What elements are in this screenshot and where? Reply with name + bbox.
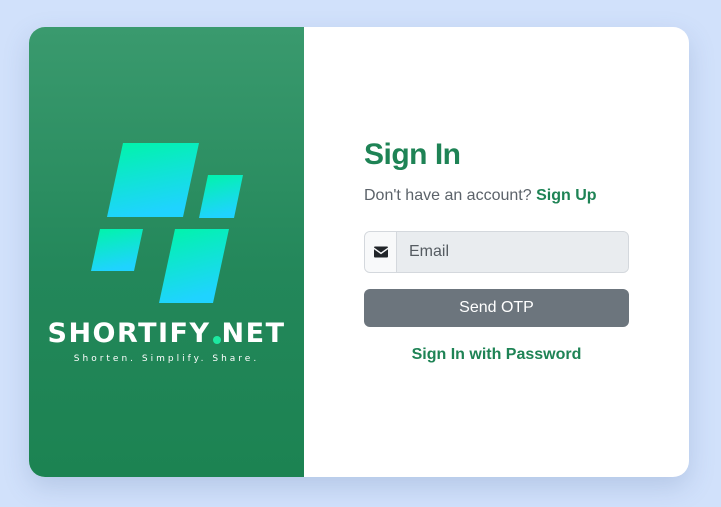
email-input-group — [364, 231, 629, 273]
sign-in-with-password-link[interactable]: Sign In with Password — [364, 345, 629, 365]
brand-tagline: Shorten. Simplify. Share. — [73, 354, 260, 364]
send-otp-button[interactable]: Send OTP — [364, 289, 629, 327]
envelope-icon — [365, 232, 397, 272]
email-field[interactable] — [397, 232, 628, 272]
sign-in-card: SHORTIFY NET Shorten. Simplify. Share. Si… — [29, 27, 689, 477]
brand-name: SHORTIFY NET — [29, 318, 304, 350]
signup-link[interactable]: Sign Up — [536, 187, 596, 204]
brand-name-part1: SHORTIFY — [47, 318, 211, 349]
page-title: Sign In — [364, 138, 461, 171]
logo-block-top-right — [199, 175, 243, 218]
form-panel: Sign In Don't have an account? Sign Up S… — [304, 27, 689, 477]
brand-name-part2: NET — [221, 318, 286, 349]
logo-block-bottom-left — [91, 229, 143, 271]
brand-panel: SHORTIFY NET Shorten. Simplify. Share. — [29, 27, 304, 477]
signup-prompt: Don't have an account? Sign Up — [364, 185, 597, 207]
logo-block-top-left — [107, 143, 199, 217]
logo-block-bottom-right — [159, 229, 229, 303]
signup-prompt-text: Don't have an account? — [364, 187, 532, 204]
shortify-logo-icon — [91, 143, 243, 303]
brand-dot — [212, 336, 221, 344]
